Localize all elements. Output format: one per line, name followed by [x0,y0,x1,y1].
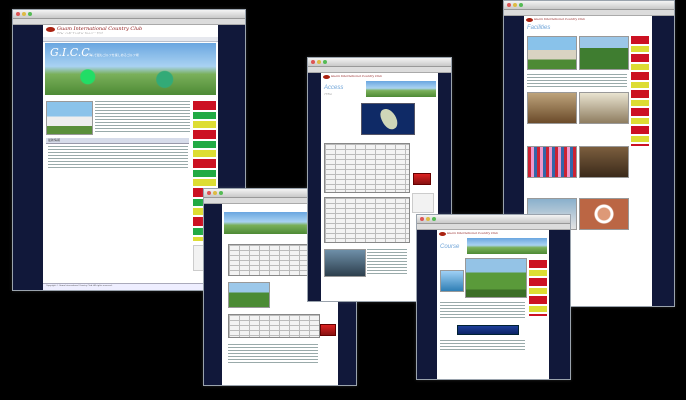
shuttle-notes [367,249,407,275]
course-photo-large [465,258,527,298]
pro-shop-photo [440,270,464,292]
copyright: Copyright © Guam International Country C… [46,285,113,287]
facility-photo-5 [527,146,577,178]
site-title: Guam International Country Club [534,17,586,21]
footer-links [440,340,525,350]
facility-photo-3 [527,92,577,124]
fare-table [324,197,410,243]
guam-map[interactable] [361,103,415,135]
title-bar [308,58,451,67]
course-photo [228,282,270,308]
site-logo [323,75,330,79]
facility-photo-4 [579,92,629,124]
main-nav[interactable] [43,37,218,42]
window-controls[interactable] [311,60,327,64]
page-heading: Access [324,85,344,91]
news-heading: 最新情報 [46,138,189,144]
footer: Copyright © Guam International Country C… [43,283,218,290]
clubhouse-photo [46,101,93,135]
news-list [48,146,188,168]
page-banner [366,81,436,97]
browser-window-course[interactable]: Guam International Country Club Course [416,214,571,380]
reserve-button[interactable] [413,173,431,185]
site-title: Guam International Country Club [331,74,383,78]
facility-photo-6 [579,146,629,178]
page-subheading: アクセス [324,94,332,96]
window-controls[interactable] [507,3,523,7]
hero-banner: G.I.C.C. グアムで最もゴルフを楽しめるゴルフ場 [45,43,216,95]
sidebar-banners[interactable] [631,36,649,146]
title-bar [504,1,674,10]
site-logo [439,232,446,236]
notes [228,344,318,364]
facility-photo-8 [579,198,629,230]
facility-photo-2 [579,36,629,70]
promo-banner[interactable] [457,325,519,335]
site-subtitle: グアム・インターナショナル・カントリー・クラブ [57,33,103,35]
facility-descriptions [527,74,627,88]
weather-widget [412,193,434,213]
site-logo [526,18,533,22]
page-content: Guam International Country Club Course [437,230,549,379]
page-content: Guam International Country Club グアム・インター… [43,25,218,290]
window-controls[interactable] [16,12,32,16]
window-controls[interactable] [420,217,436,221]
shuttle-photo [324,249,366,277]
facility-photo-1 [527,36,577,70]
page-heading: Facilities [527,25,551,31]
title-bar [417,215,570,224]
title-bar [13,10,245,19]
intro-text [95,101,190,133]
page-banner [467,238,547,254]
reserve-button[interactable] [320,324,336,336]
course-description [440,302,525,318]
hero-subtitle: グアムで最もゴルフを楽しめるゴルフ場 [85,53,139,57]
island-shape [378,106,400,132]
sidebar-banners[interactable] [529,260,547,316]
window-controls[interactable] [207,191,223,195]
site-logo [46,27,55,32]
site-title: Guam International Country Club [447,231,499,235]
rate-table [228,314,320,338]
shuttle-timetable [324,143,410,193]
page-heading: Course [440,244,460,250]
